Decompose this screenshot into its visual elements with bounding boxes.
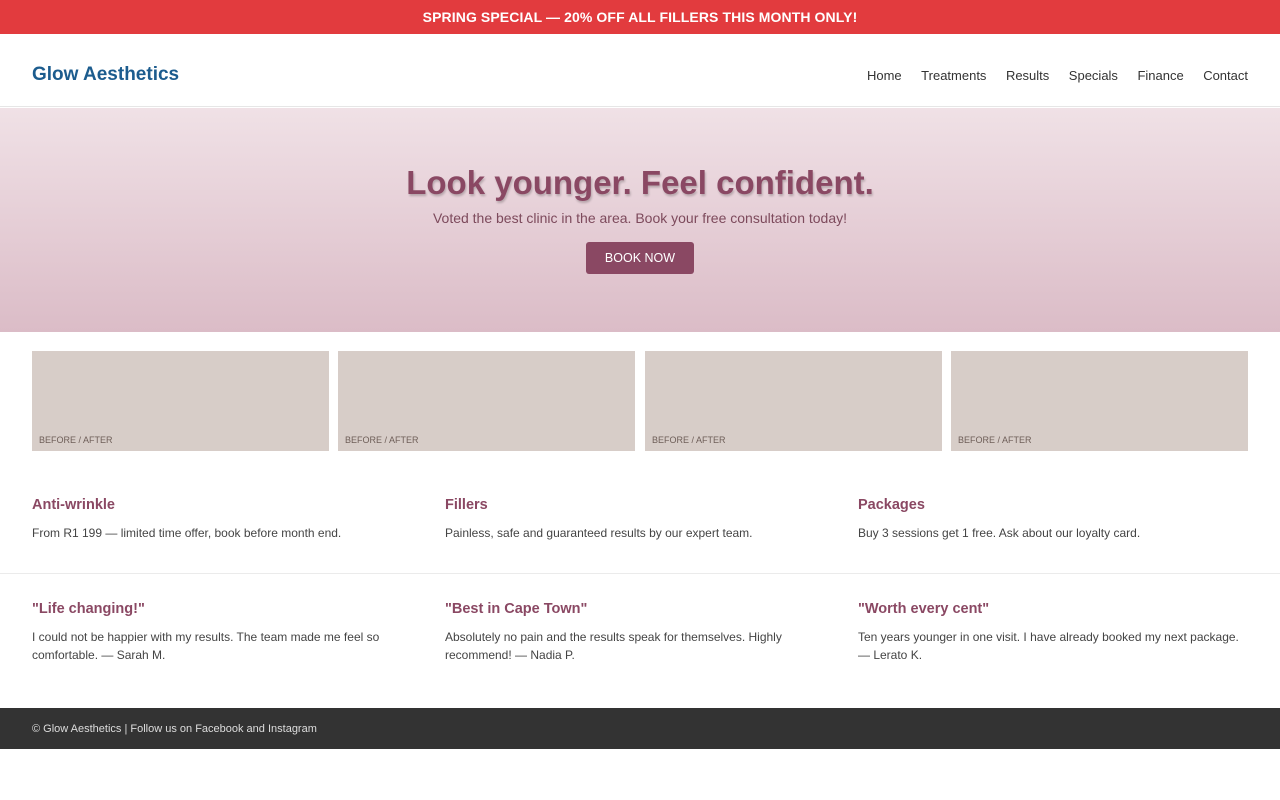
feature-text: From R1 199 — limited time offer, book b…: [32, 526, 342, 540]
testimonial-text: I could not be happier with my results. …: [32, 630, 380, 662]
gallery-tile-label: BEFORE / AFTER: [345, 435, 419, 445]
nav-contact[interactable]: Contact: [1203, 68, 1248, 83]
nav-specials[interactable]: Specials: [1069, 68, 1118, 83]
gallery-tile[interactable]: BEFORE / AFTER: [338, 351, 635, 451]
book-now-button[interactable]: BOOK NOW: [586, 242, 694, 274]
section-divider: [0, 573, 1280, 574]
testimonial-title: "Best in Cape Town": [445, 601, 588, 617]
site-footer: © Glow Aesthetics | Follow us on Faceboo…: [0, 708, 1280, 749]
feature-packages: Packages Buy 3 sessions get 1 free. Ask …: [858, 497, 1248, 542]
testimonial-card: "Worth every cent" Ten years younger in …: [858, 601, 1248, 664]
promo-banner: SPRING SPECIAL — 20% OFF ALL FILLERS THI…: [0, 0, 1280, 34]
footer-text: © Glow Aesthetics | Follow us on Faceboo…: [32, 722, 317, 735]
feature-anti-wrinkle: Anti-wrinkle From R1 199 — limited time …: [32, 497, 422, 542]
nav-home[interactable]: Home: [867, 68, 902, 83]
promo-spacer: [0, 34, 1280, 44]
testimonial-text: Absolutely no pain and the results speak…: [445, 630, 782, 662]
testimonial-text: Ten years younger in one visit. I have a…: [858, 630, 1239, 662]
feature-title: Packages: [858, 497, 925, 513]
feature-title: Anti-wrinkle: [32, 497, 115, 513]
gallery-tile-label: BEFORE / AFTER: [39, 435, 113, 445]
feature-title: Fillers: [445, 497, 488, 513]
nav-results[interactable]: Results: [1006, 68, 1049, 83]
hero-subtitle: Voted the best clinic in the area. Book …: [432, 210, 848, 226]
gallery-tile-label: BEFORE / AFTER: [652, 435, 726, 445]
gallery-tile[interactable]: BEFORE / AFTER: [32, 351, 329, 451]
gallery-tile[interactable]: BEFORE / AFTER: [951, 351, 1248, 451]
treatment-features: Anti-wrinkle From R1 199 — limited time …: [32, 497, 1248, 573]
feature-text: Painless, safe and guaranteed results by…: [445, 526, 753, 540]
site-header: Glow Aesthetics Home Treatments Results …: [0, 44, 1280, 107]
gallery-tile-label: BEFORE / AFTER: [958, 435, 1032, 445]
hero-title: Look younger. Feel confident.: [406, 164, 874, 201]
before-after-gallery: BEFORE / AFTER BEFORE / AFTER BEFORE / A…: [32, 351, 1248, 451]
testimonial-title: "Worth every cent": [858, 601, 990, 617]
testimonial-title: "Life changing!": [32, 601, 145, 617]
nav-finance[interactable]: Finance: [1137, 68, 1183, 83]
feature-fillers: Fillers Painless, safe and guaranteed re…: [445, 497, 835, 542]
promo-text: SPRING SPECIAL — 20% OFF ALL FILLERS THI…: [422, 9, 858, 25]
nav-treatments[interactable]: Treatments: [921, 68, 986, 83]
testimonial-card: "Life changing!" I could not be happier …: [32, 601, 422, 664]
testimonials-section: "Life changing!" I could not be happier …: [32, 601, 1248, 681]
gallery-tile[interactable]: BEFORE / AFTER: [645, 351, 942, 451]
main-nav: Home Treatments Results Specials Finance…: [867, 68, 1248, 83]
hero-section: Look younger. Feel confident. Voted the …: [0, 108, 1280, 332]
site-logo[interactable]: Glow Aesthetics: [32, 64, 179, 86]
feature-text: Buy 3 sessions get 1 free. Ask about our…: [858, 526, 1141, 540]
testimonial-card: "Best in Cape Town" Absolutely no pain a…: [445, 601, 835, 664]
